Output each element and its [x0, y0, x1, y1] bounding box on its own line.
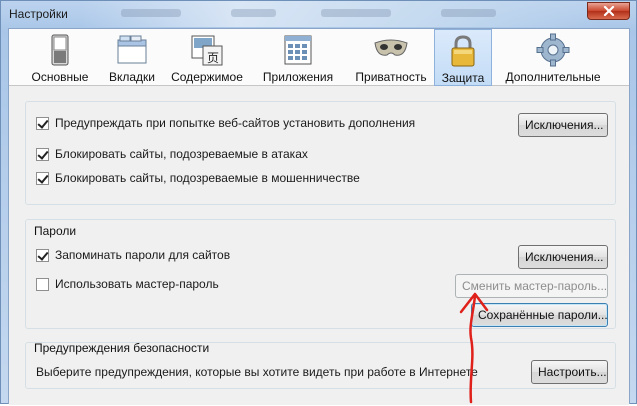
- content-icon: 页: [189, 33, 225, 67]
- warn-addons-label: Предупреждать при попытке веб-сайтов уст…: [55, 116, 416, 130]
- security-panel: Предупреждать при попытке веб-сайтов уст…: [9, 87, 629, 405]
- security-warnings-group: Предупреждения безопасности Выберите пре…: [25, 341, 616, 389]
- master-password-row[interactable]: Использовать мастер-пароль: [36, 277, 219, 291]
- mask-icon: [373, 33, 409, 67]
- passwords-group: Пароли Запоминать пароли для сайтов Искл…: [25, 219, 616, 329]
- close-button[interactable]: [587, 2, 630, 20]
- warn-addons-checkbox[interactable]: [36, 116, 49, 130]
- settings-client-area: Основные Вкладки 页 Содержимое Приложения…: [8, 28, 630, 405]
- switch-icon: [42, 33, 78, 67]
- tab-security-label: Защита: [441, 71, 485, 85]
- warn-addons-row[interactable]: Предупреждать при попытке веб-сайтов уст…: [36, 116, 415, 130]
- category-toolbar: Основные Вкладки 页 Содержимое Приложения…: [9, 29, 629, 86]
- tab-advanced-label: Дополнительные: [505, 70, 601, 84]
- tab-privacy-label: Приватность: [355, 70, 427, 84]
- tab-applications[interactable]: Приложения: [257, 29, 339, 86]
- security-warnings-title: Предупреждения безопасности: [34, 341, 210, 355]
- close-icon: [603, 6, 614, 16]
- tabs-window-icon: [114, 33, 150, 67]
- tab-main-label: Основные: [31, 70, 89, 84]
- settings-window: Настройки Основные Вкладки 页 Содержимое …: [0, 0, 637, 405]
- tab-security[interactable]: Защита: [434, 29, 492, 86]
- browser-background-strip: [81, 1, 601, 27]
- passwords-exceptions-button[interactable]: Исключения...: [518, 245, 608, 269]
- block-forgery-label: Блокировать сайты, подозреваемые в мошен…: [55, 171, 360, 185]
- tab-tabs-label: Вкладки: [108, 70, 156, 84]
- tab-tabs[interactable]: Вкладки: [103, 29, 161, 86]
- applications-icon: [280, 33, 316, 67]
- tab-applications-label: Приложения: [262, 70, 334, 84]
- security-warnings-description: Выберите предупреждения, которые вы хоти…: [36, 365, 478, 379]
- annotation-arrow: [459, 292, 489, 404]
- block-attack-checkbox[interactable]: [36, 147, 49, 161]
- configure-warnings-button[interactable]: Настроить...: [531, 360, 608, 384]
- gear-icon: [535, 33, 571, 67]
- block-forgery-checkbox[interactable]: [36, 171, 49, 185]
- tab-content[interactable]: 页 Содержимое: [169, 29, 245, 86]
- tab-advanced[interactable]: Дополнительные: [502, 29, 604, 86]
- block-attack-label: Блокировать сайты, подозреваемые в атака…: [55, 147, 308, 161]
- tab-content-label: Содержимое: [171, 70, 243, 84]
- block-forgery-row[interactable]: Блокировать сайты, подозреваемые в мошен…: [36, 171, 360, 185]
- tab-main[interactable]: Основные: [29, 29, 91, 86]
- master-password-label: Использовать мастер-пароль: [55, 277, 219, 291]
- master-password-checkbox[interactable]: [36, 277, 49, 291]
- tab-privacy[interactable]: Приватность: [351, 29, 431, 86]
- padlock-icon: [445, 34, 481, 68]
- window-title: Настройки: [9, 7, 68, 21]
- addons-exceptions-button[interactable]: Исключения...: [518, 113, 608, 137]
- svg-text:页: 页: [207, 51, 219, 65]
- block-attack-row[interactable]: Блокировать сайты, подозреваемые в атака…: [36, 147, 308, 161]
- remember-passwords-row[interactable]: Запоминать пароли для сайтов: [36, 248, 230, 262]
- remember-passwords-label: Запоминать пароли для сайтов: [55, 248, 231, 262]
- general-security-group: Предупреждать при попытке веб-сайтов уст…: [25, 101, 616, 205]
- passwords-group-title: Пароли: [34, 224, 77, 238]
- remember-passwords-checkbox[interactable]: [36, 248, 49, 262]
